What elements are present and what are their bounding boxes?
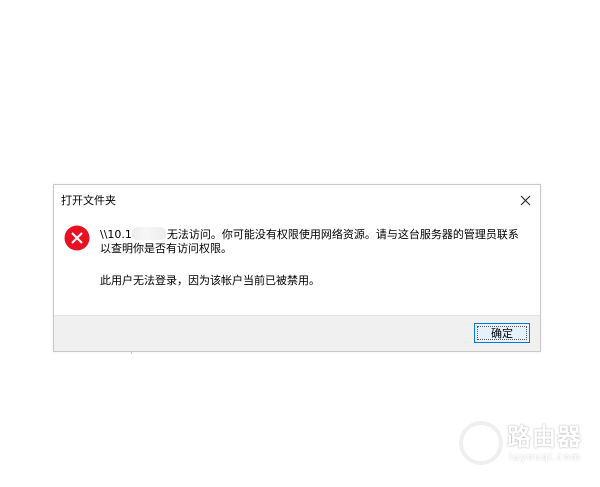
close-icon [520, 195, 530, 205]
error-icon [64, 225, 90, 251]
watermark-title: 路由器 [507, 423, 582, 451]
network-path: \\10.1 [100, 228, 132, 241]
router-logo-icon [459, 421, 503, 465]
watermark-url: luyouqi.com [509, 452, 582, 463]
dialog-footer: 确定 [54, 315, 540, 351]
error-dialog: 打开文件夹 \\10.1 无法访问。你可能没有权限使用网络资源。请与这台服务器的管… [53, 184, 541, 352]
error-detail: 此用户无法登录，因为该帐户当前已被禁用。 [100, 274, 320, 287]
close-button[interactable] [510, 185, 540, 215]
dialog-title: 打开文件夹 [61, 194, 116, 207]
watermark: 路由器 luyouqi.com [459, 421, 589, 471]
ok-button[interactable]: 确定 [474, 323, 530, 343]
error-message: \\10.1 无法访问。你可能没有权限使用网络资源。请与这台服务器的管理员联系以查… [100, 227, 525, 256]
redacted-address [131, 227, 166, 240]
dialog-titlebar: 打开文件夹 [54, 185, 540, 215]
